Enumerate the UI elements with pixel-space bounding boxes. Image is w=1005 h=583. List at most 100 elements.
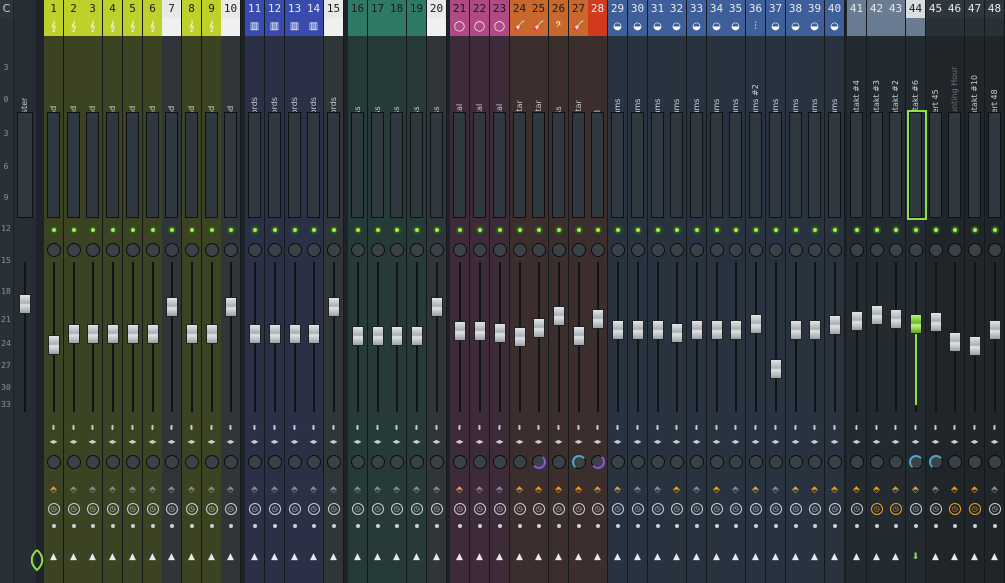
- stereo-knob[interactable]: [669, 455, 684, 469]
- stereo-separation-icon[interactable]: ◂▸: [494, 437, 506, 447]
- record-dot[interactable]: [615, 524, 620, 528]
- stereo-knob[interactable]: [204, 455, 219, 469]
- route-up-icon[interactable]: ▲: [970, 552, 980, 562]
- route-up-icon[interactable]: ▲: [69, 552, 79, 562]
- record-dot[interactable]: [694, 524, 699, 528]
- record-dot[interactable]: [169, 524, 174, 528]
- pan-knob[interactable]: [967, 243, 982, 257]
- stereo-separation-icon[interactable]: ◂▸: [711, 437, 723, 447]
- mute-led[interactable]: [148, 226, 157, 234]
- latency-clock-icon[interactable]: ◷: [988, 503, 1001, 515]
- mixer-strip[interactable]: 44 Kontakt #6 ⬍ ◂▸ ⬘ ◷ ⬇: [906, 0, 926, 583]
- insert-number[interactable]: 24: [510, 0, 529, 18]
- record-dot[interactable]: [355, 524, 360, 528]
- swap-arrows-icon[interactable]: ⬍: [891, 424, 901, 432]
- volume-fader[interactable]: [870, 304, 883, 325]
- latency-clock-icon[interactable]: ◷: [86, 503, 99, 515]
- stereo-separation-icon[interactable]: ◂▸: [48, 437, 60, 447]
- insert-number[interactable]: 8: [182, 0, 201, 18]
- send-switch-icon[interactable]: ⬘: [991, 484, 999, 496]
- record-dot[interactable]: [497, 524, 502, 528]
- volume-fader[interactable]: [532, 318, 545, 338]
- stereo-knob[interactable]: [888, 455, 903, 469]
- record-dot[interactable]: [434, 524, 439, 528]
- stereo-separation-icon[interactable]: ◂▸: [372, 437, 384, 447]
- send-switch-icon[interactable]: ⬘: [772, 484, 780, 496]
- stereo-knob[interactable]: [947, 455, 962, 469]
- record-dot[interactable]: [457, 524, 462, 528]
- record-dot[interactable]: [933, 524, 938, 528]
- stereo-separation-icon[interactable]: ◂▸: [127, 437, 139, 447]
- mixer-strip[interactable]: 19Bass⬍◂▸⬘◷▲: [407, 0, 427, 583]
- route-up-icon[interactable]: ▲: [990, 552, 1000, 562]
- mixer-strip[interactable]: 13▥Chords⬍◂▸⬘◷▲: [285, 0, 305, 583]
- mute-led[interactable]: [353, 226, 362, 234]
- stereo-knob[interactable]: [145, 455, 160, 469]
- latency-clock-icon[interactable]: ◷: [808, 503, 821, 515]
- mixer-strip[interactable]: 2𝄞Lead⬍◂▸⬘◷▲: [64, 0, 84, 583]
- volume-fader[interactable]: [749, 313, 762, 334]
- latency-clock-icon[interactable]: ◷: [749, 503, 762, 515]
- stereo-separation-icon[interactable]: ◂▸: [391, 437, 403, 447]
- latency-clock-icon[interactable]: ◷: [690, 503, 703, 515]
- pan-knob[interactable]: [452, 243, 467, 257]
- pan-knob[interactable]: [184, 243, 199, 257]
- pan-knob[interactable]: [908, 243, 923, 257]
- route-up-icon[interactable]: ▲: [148, 552, 158, 562]
- insert-number[interactable]: 14: [304, 0, 323, 18]
- record-dot[interactable]: [913, 524, 918, 528]
- pan-knob[interactable]: [306, 243, 321, 257]
- volume-fader[interactable]: [850, 310, 863, 331]
- swap-arrows-icon[interactable]: ⬍: [475, 424, 485, 432]
- swap-arrows-icon[interactable]: ⬍: [613, 424, 623, 432]
- swap-arrows-icon[interactable]: ⬍: [373, 424, 383, 432]
- swap-arrows-icon[interactable]: ⬍: [751, 424, 761, 432]
- send-switch-icon[interactable]: ⬘: [575, 484, 583, 496]
- send-switch-icon[interactable]: ⬘: [614, 484, 622, 496]
- latency-clock-icon[interactable]: ◷: [351, 503, 364, 515]
- mute-led[interactable]: [475, 226, 484, 234]
- stereo-separation-icon[interactable]: ◂▸: [269, 437, 281, 447]
- insert-number[interactable]: 1: [44, 0, 63, 18]
- pan-knob[interactable]: [788, 243, 803, 257]
- mixer-strip[interactable]: 48 Insert 48 ⬍ ◂▸ ⬘ ◷ ▲: [985, 0, 1005, 583]
- swap-arrows-icon[interactable]: ⬍: [250, 424, 260, 432]
- swap-arrows-icon[interactable]: ⬍: [653, 424, 663, 432]
- mute-led[interactable]: [810, 226, 819, 234]
- mute-led[interactable]: [250, 226, 259, 234]
- mute-led[interactable]: [791, 226, 800, 234]
- mute-led[interactable]: [613, 226, 622, 234]
- route-up-icon[interactable]: ▲: [931, 552, 941, 562]
- mixer-strip[interactable]: 15Chords⬍◂▸⬘◷▲: [324, 0, 344, 583]
- send-switch-icon[interactable]: ⬘: [892, 484, 900, 496]
- send-switch-icon[interactable]: ⬘: [149, 484, 157, 496]
- swap-arrows-icon[interactable]: ⬍: [455, 424, 465, 432]
- mute-led[interactable]: [911, 226, 920, 234]
- pan-knob[interactable]: [807, 243, 822, 257]
- volume-fader[interactable]: [710, 319, 723, 340]
- stereo-separation-icon[interactable]: ◂▸: [225, 437, 237, 447]
- insert-number[interactable]: 37: [766, 0, 785, 18]
- latency-clock-icon[interactable]: ◷: [948, 503, 961, 515]
- mute-led[interactable]: [49, 226, 58, 234]
- pan-knob[interactable]: [947, 243, 962, 257]
- pan-knob[interactable]: [768, 243, 783, 257]
- mixer-strip[interactable]: 29◒Drums⬍◂▸⬘◷▲: [608, 0, 628, 583]
- mute-led[interactable]: [373, 226, 382, 234]
- insert-number[interactable]: 28: [588, 0, 607, 18]
- mute-led[interactable]: [412, 226, 421, 234]
- route-up-icon[interactable]: ▲: [108, 552, 118, 562]
- pan-knob[interactable]: [827, 243, 842, 257]
- stereo-knob[interactable]: [85, 455, 100, 469]
- send-switch-icon[interactable]: ⬘: [535, 484, 543, 496]
- stereo-separation-icon[interactable]: ◂▸: [829, 437, 841, 447]
- stereo-separation-icon[interactable]: ◂▸: [930, 437, 942, 447]
- route-up-icon[interactable]: ▲: [353, 552, 363, 562]
- stereo-knob[interactable]: [788, 455, 803, 469]
- swap-arrows-icon[interactable]: ⬍: [633, 424, 643, 432]
- insert-number[interactable]: 48: [985, 0, 1004, 18]
- record-dot[interactable]: [556, 524, 561, 528]
- stereo-separation-icon[interactable]: ◂▸: [652, 437, 664, 447]
- insert-number[interactable]: 42: [867, 0, 886, 18]
- mute-led[interactable]: [455, 226, 464, 234]
